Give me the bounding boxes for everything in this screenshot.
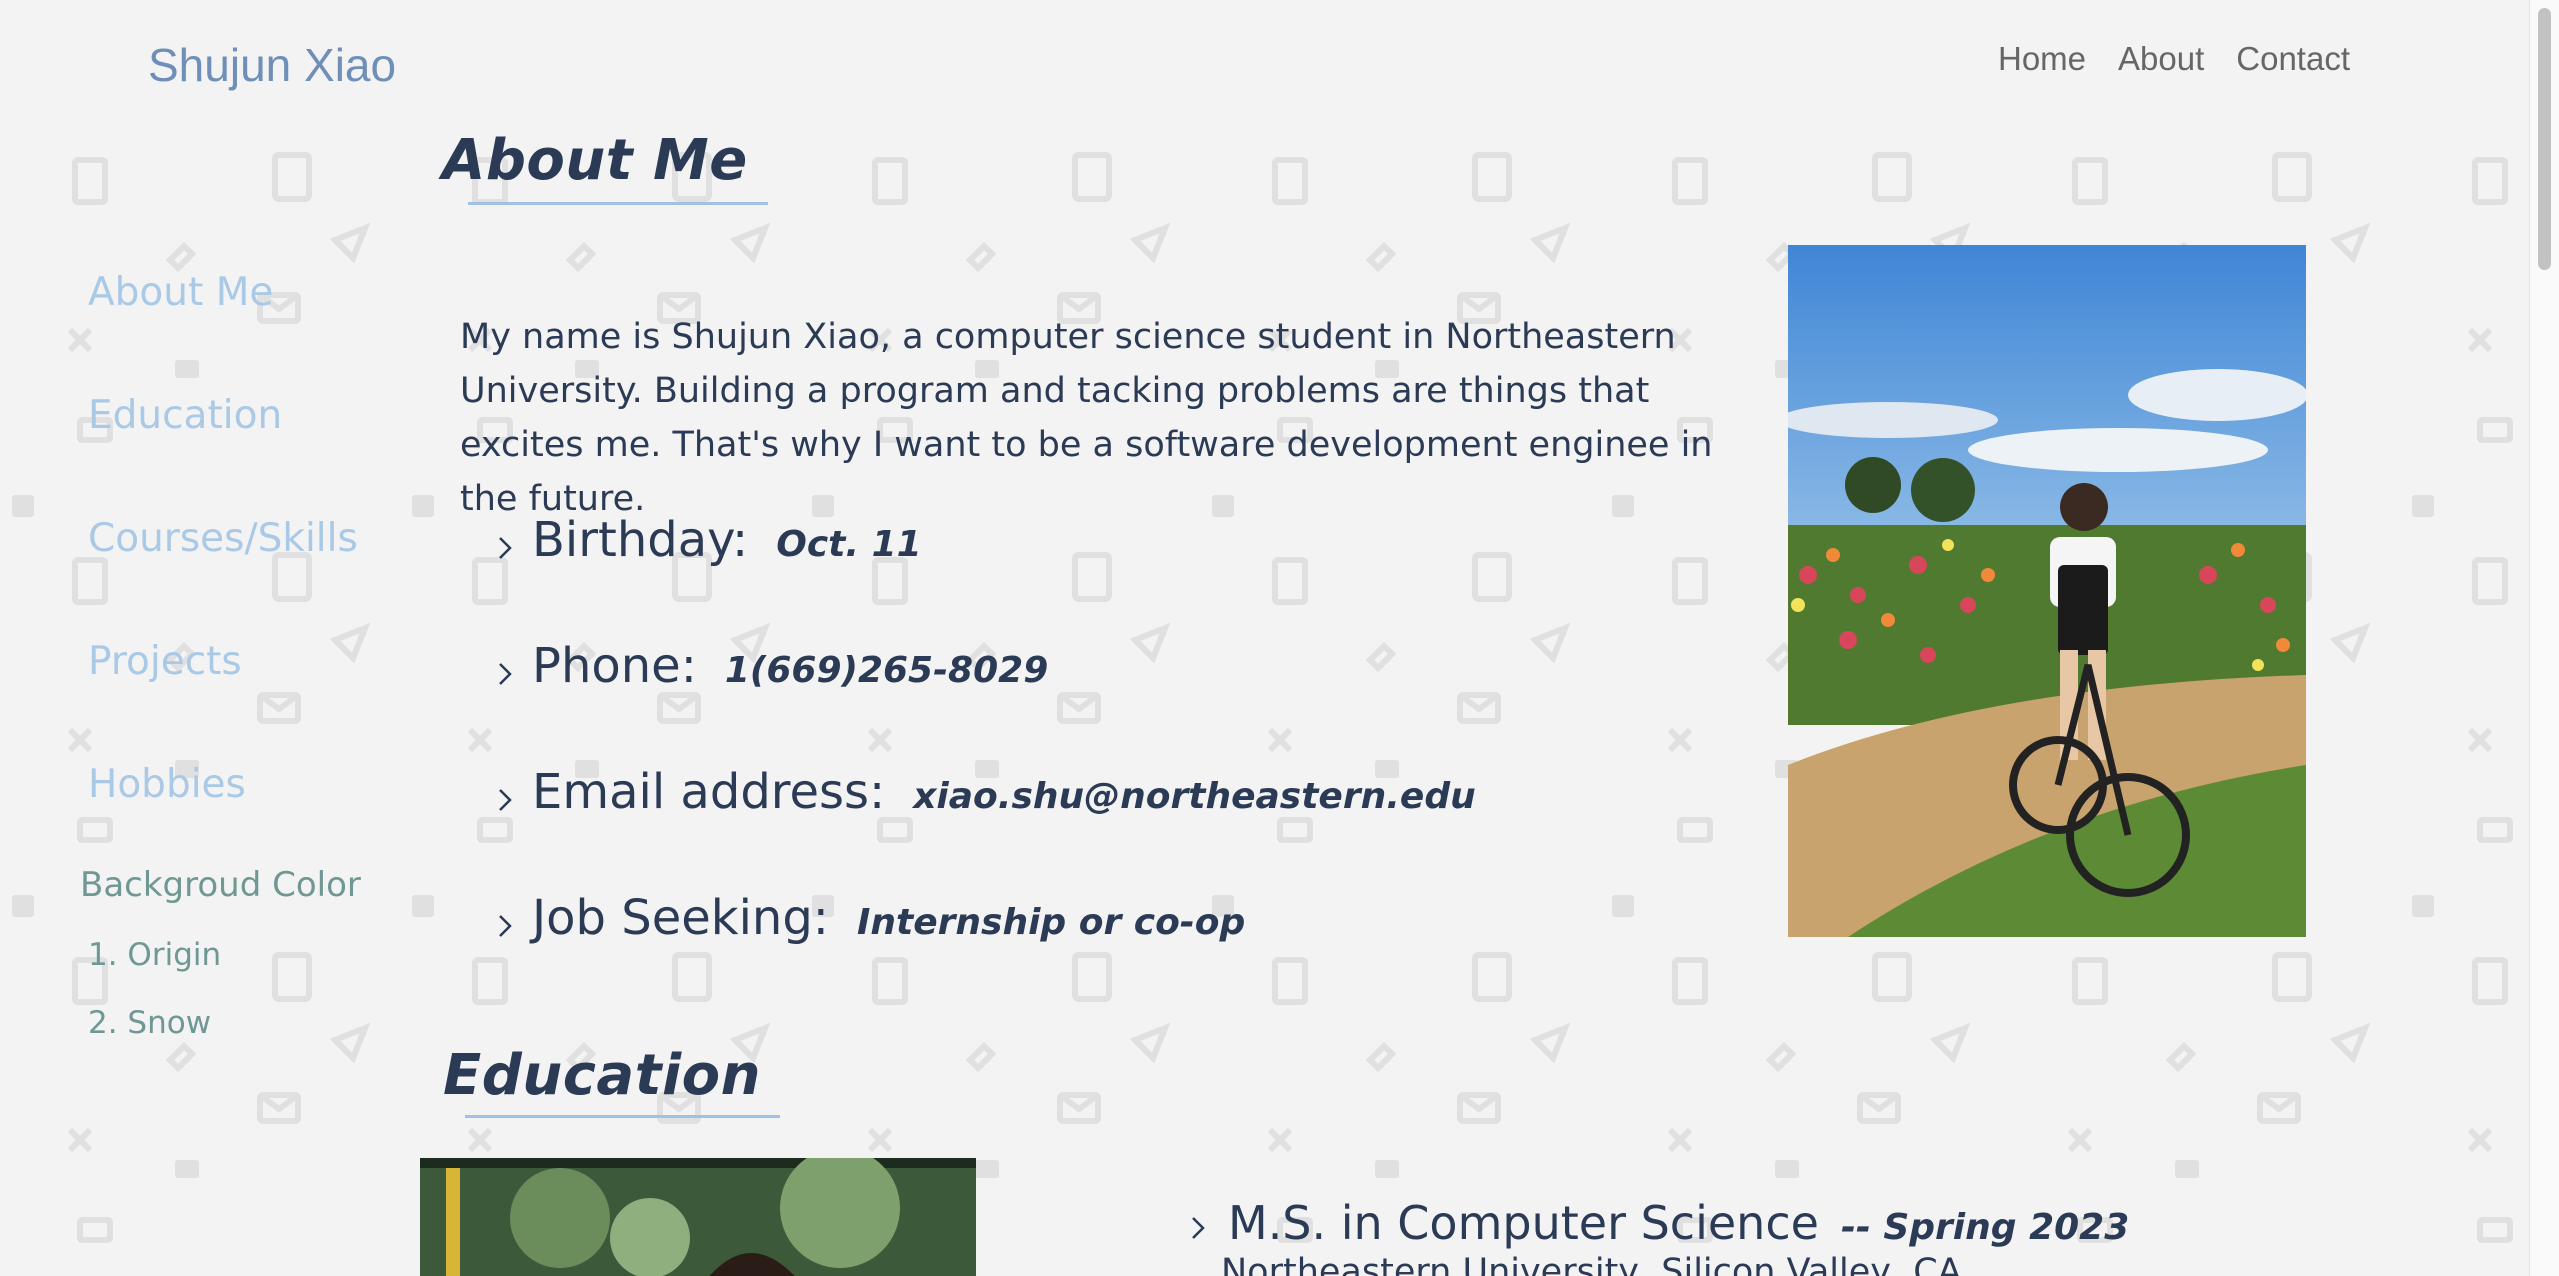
chevron-right-icon: [499, 915, 512, 937]
list-item: Email address: xiao.shu@northeastern.edu: [490, 764, 1690, 890]
scrollbar-thumb[interactable]: [2538, 8, 2551, 270]
about-me-underline: [468, 202, 768, 205]
list-item: Birthday: Oct. 11: [490, 512, 1690, 638]
phone-value: 1(669)265-8029: [724, 650, 1049, 691]
page: Shujun Xiao Home About Contact About Me …: [0, 0, 2530, 1276]
sidebar-link-education[interactable]: Education: [88, 393, 418, 438]
sidebar-link-courses-skills[interactable]: Courses/Skills: [88, 516, 418, 561]
about-intro-text: My name is Shujun Xiao, a computer scien…: [460, 317, 1713, 519]
background-option-origin[interactable]: 1. Origin: [88, 937, 418, 973]
degree-date: -- Spring 2023: [1840, 1207, 2130, 1248]
degree-title: M.S. in Computer Science: [1228, 1196, 1819, 1250]
education-underline: [465, 1115, 780, 1118]
sidebar-link-about-me[interactable]: About Me: [88, 270, 418, 315]
sidebar-link-hobbies[interactable]: Hobbies: [88, 762, 418, 807]
birthday-label: Birthday:: [532, 512, 749, 568]
chevron-right-icon: [499, 537, 512, 559]
background-color-heading: Backgroud Color: [80, 865, 361, 905]
nav-home[interactable]: Home: [1998, 40, 2086, 78]
list-item: Job Seeking: Internship or co-op: [490, 890, 1690, 1016]
email-value: xiao.shu@northeastern.edu: [913, 776, 1476, 817]
job-seeking-label: Job Seeking:: [532, 890, 829, 946]
about-me-heading: About Me: [442, 128, 748, 193]
sidebar: About Me Education Courses/Skills Projec…: [80, 270, 418, 1041]
list-item: Phone: 1(669)265-8029: [490, 638, 1690, 764]
vertical-scrollbar[interactable]: [2529, 0, 2559, 1276]
job-seeking-value: Internship or co-op: [856, 902, 1246, 943]
phone-label: Phone:: [532, 638, 697, 694]
chevron-right-icon: [499, 789, 512, 811]
nav-about[interactable]: About: [2118, 40, 2204, 78]
degree-school: Northeastern University, Silicon Valley,…: [1221, 1252, 1962, 1276]
nav-contact[interactable]: Contact: [2236, 40, 2350, 78]
background-option-snow[interactable]: 2. Snow: [88, 1005, 418, 1041]
site-brand[interactable]: Shujun Xiao: [148, 38, 396, 92]
chevron-right-icon: [1192, 1217, 1205, 1239]
sidebar-link-projects[interactable]: Projects: [88, 639, 418, 684]
chevron-right-icon: [499, 663, 512, 685]
birthday-value: Oct. 11: [776, 524, 922, 565]
education-heading: Education: [443, 1043, 761, 1108]
about-info-list: Birthday: Oct. 11 Phone: 1(669)265-8029 Em…: [490, 512, 1690, 1016]
email-label: Email address:: [532, 764, 886, 820]
top-navigation: Home About Contact: [1998, 40, 2350, 78]
profile-photo: [1788, 245, 2306, 937]
education-photo: [420, 1158, 976, 1276]
